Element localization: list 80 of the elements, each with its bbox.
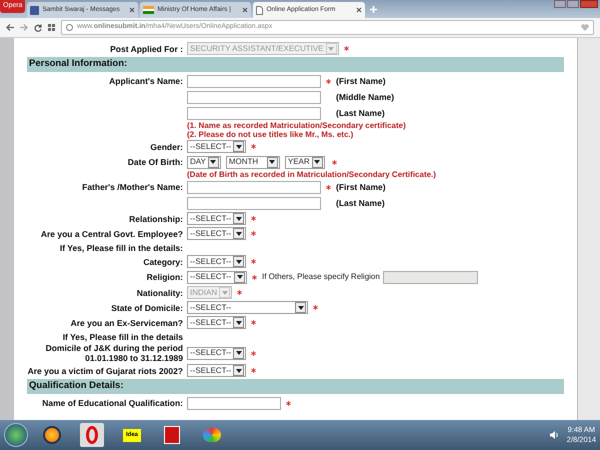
maximize-icon[interactable] (567, 0, 579, 8)
select-field[interactable]: --SELECT-- (187, 270, 247, 284)
select-field[interactable]: YEAR (284, 156, 325, 168)
select-field[interactable]: --SELECT-- (187, 301, 308, 314)
field-hint: (First Name) (336, 74, 386, 88)
asterisk-icon (251, 368, 256, 373)
asterisk-icon (252, 274, 257, 280)
field-label: Are you a Central Govt. Employee? (40, 228, 183, 238)
note-text: (2. Please do not use titles like Mr., Ms. etc.) (187, 130, 354, 139)
minimize-icon[interactable] (554, 0, 566, 8)
select-field[interactable]: MONTH (226, 156, 280, 168)
select-field[interactable]: --SELECT-- (187, 346, 246, 360)
select-field[interactable]: --SELECT-- (187, 255, 246, 268)
field-label: State of Domicile: (111, 302, 183, 312)
text-field[interactable] (187, 180, 321, 194)
asterisk-icon (286, 400, 291, 406)
section-header: Personal Information: (27, 57, 564, 72)
asterisk-icon (332, 160, 337, 164)
field-label: Date Of Birth: (128, 157, 183, 167)
asterisk-icon (251, 320, 256, 325)
start-button[interactable] (4, 423, 28, 447)
heart-icon[interactable] (581, 24, 589, 31)
asterisk-icon (251, 144, 256, 149)
page-icon (256, 6, 264, 14)
field-label: Post Applied For : (110, 44, 183, 54)
field-label: If Yes, Please fill in the details: (60, 242, 183, 252)
text-field[interactable] (187, 74, 321, 88)
field-label: Are you an Ex-Serviceman? (70, 318, 183, 328)
select-field[interactable]: --SELECT-- (187, 316, 246, 329)
opera-icon[interactable] (80, 423, 104, 447)
asterisk-icon (313, 305, 318, 310)
asterisk-icon (344, 46, 349, 51)
select-field[interactable]: --SELECT-- (187, 364, 246, 377)
new-tab-icon[interactable] (370, 6, 378, 12)
field-hint: (Last Name) (336, 196, 385, 210)
field-label: Father's /Mother's Name: (82, 182, 183, 192)
close-icon[interactable] (356, 7, 362, 13)
asterisk-icon (251, 259, 256, 264)
field-hint: (Middle Name) (336, 90, 394, 104)
section-header: Qualification Details: (27, 379, 564, 394)
select-field[interactable]: --SELECT-- (187, 140, 246, 153)
reload-icon[interactable] (34, 24, 42, 32)
field-hint: If Others, Please specify Religion (262, 271, 380, 283)
scrollbar[interactable] (577, 38, 600, 420)
field-label: Relationship: (129, 214, 183, 224)
text-field[interactable] (187, 396, 281, 410)
asterisk-icon (251, 231, 256, 236)
forward-icon[interactable] (20, 24, 28, 31)
note-text: (Date of Birth as recorded in Matriculation/Secondary Certificate.) (187, 170, 437, 179)
field-label: Applicant's Name: (109, 76, 183, 86)
social-icon (30, 6, 40, 14)
globe-icon (66, 24, 73, 31)
field-hint: (First Name) (336, 180, 386, 194)
text-field[interactable] (187, 196, 321, 210)
text-field[interactable] (187, 106, 321, 120)
field-label: Are you a victim of Gujarat riots 2002? (28, 366, 183, 376)
back-icon[interactable] (6, 24, 14, 31)
select-field[interactable]: DAY (187, 156, 221, 168)
grid-icon[interactable] (48, 24, 55, 31)
field-label: Category: (143, 256, 183, 266)
field-hint: (Last Name) (336, 106, 385, 120)
asterisk-icon (326, 184, 331, 190)
select-field[interactable]: --SELECT-- (187, 212, 246, 225)
asterisk-icon (251, 216, 256, 221)
text-field[interactable] (187, 90, 321, 104)
field-label: Gender: (150, 142, 183, 152)
field-label: Name of Educational Qualification: (42, 398, 183, 408)
field-label: Domicile of J&K during the period 01.01.1980 to 31.12.1989 (44, 343, 183, 363)
flag-icon (143, 6, 154, 14)
field-label: If Yes, Please fill in the details (62, 332, 183, 342)
speaker-icon[interactable] (550, 431, 559, 439)
select-field[interactable]: --SELECT-- (187, 227, 246, 240)
field-label: Religion: (146, 272, 183, 282)
close-icon[interactable] (129, 7, 136, 13)
field-label: Nationality: (136, 288, 183, 298)
asterisk-icon (237, 290, 242, 295)
asterisk-icon (326, 78, 331, 84)
asterisk-icon (251, 350, 256, 356)
close-icon[interactable] (242, 7, 248, 13)
note-text: (1. Name as recorded Matriculation/Secondary certificate) (187, 121, 407, 130)
